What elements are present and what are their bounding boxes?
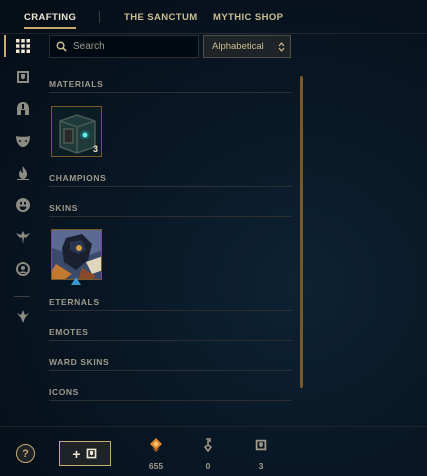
sidebar-item-eternals[interactable] bbox=[12, 162, 34, 184]
orange-essence-icon bbox=[150, 438, 162, 452]
nav-separator bbox=[99, 11, 100, 23]
orange-essence-value: 655 bbox=[148, 461, 164, 471]
sidebar-divider bbox=[14, 296, 30, 297]
sort-selected-value: Alphabetical bbox=[212, 41, 264, 52]
fire-icon bbox=[17, 166, 29, 180]
currency-orange-essence: 655 bbox=[141, 438, 171, 471]
sidebar-item-all[interactable] bbox=[12, 35, 34, 57]
list-scrollbar[interactable] bbox=[300, 76, 303, 388]
grid-icon bbox=[16, 39, 30, 53]
section-title-materials: MATERIALS bbox=[49, 79, 104, 89]
updown-chevron-icon bbox=[278, 41, 285, 52]
chest-icon bbox=[17, 71, 29, 83]
sidebar-item-skins[interactable] bbox=[12, 130, 34, 152]
key-icon bbox=[203, 438, 213, 452]
tab-the-sanctum[interactable]: THE SANCTUM bbox=[124, 12, 198, 23]
chest-icon bbox=[255, 439, 267, 451]
item-count: 3 bbox=[92, 144, 98, 154]
tab-crafting[interactable]: CRAFTING bbox=[24, 12, 76, 23]
mask-icon bbox=[16, 136, 30, 147]
nav-divider bbox=[0, 33, 427, 34]
active-tab-underline bbox=[24, 27, 76, 29]
section-title-ward-skins[interactable]: WARD SKINS bbox=[49, 357, 109, 367]
emote-face-icon bbox=[16, 198, 31, 212]
sort-dropdown[interactable]: Alphabetical bbox=[203, 35, 291, 58]
currency-chests: 3 bbox=[246, 438, 276, 471]
search-field[interactable] bbox=[49, 35, 199, 58]
footer-divider bbox=[0, 426, 427, 427]
chest-count: 3 bbox=[258, 461, 264, 471]
helmet-icon bbox=[17, 102, 29, 115]
tab-mythic-shop[interactable]: MYTHIC SHOP bbox=[213, 12, 283, 23]
search-icon bbox=[56, 41, 67, 52]
currency-keys: 0 bbox=[193, 438, 223, 471]
sidebar-item-icons[interactable] bbox=[12, 258, 34, 280]
section-divider bbox=[49, 370, 292, 371]
loot-tile-hextech-chest[interactable]: 3 bbox=[51, 106, 102, 157]
sidebar-item-disenchant[interactable] bbox=[12, 305, 34, 327]
plus-label: + bbox=[72, 445, 81, 462]
ward-icon bbox=[16, 231, 30, 244]
sidebar-active-indicator bbox=[4, 35, 6, 57]
section-divider bbox=[49, 310, 292, 311]
sidebar-item-chests[interactable] bbox=[12, 66, 34, 88]
loot-tile-skin-shard[interactable] bbox=[51, 229, 102, 280]
sidebar-item-emotes[interactable] bbox=[12, 194, 34, 216]
section-divider bbox=[49, 92, 292, 93]
section-divider bbox=[49, 186, 292, 187]
sidebar-item-ward-skins[interactable] bbox=[12, 226, 34, 248]
section-title-skins[interactable]: SKINS bbox=[49, 203, 78, 213]
skin-shard-image bbox=[52, 230, 101, 279]
section-title-champions[interactable]: CHAMPIONS bbox=[49, 173, 106, 183]
loot-list: MATERIALS 3 CHAMPIONS SKINS ETERNALS EMO… bbox=[49, 62, 294, 407]
rarity-triangle-icon bbox=[71, 277, 81, 285]
top-nav: CRAFTING THE SANCTUM MYTHIC SHOP bbox=[0, 0, 427, 34]
add-chest-button[interactable]: + bbox=[59, 441, 111, 466]
chest-icon bbox=[86, 448, 96, 459]
section-divider bbox=[49, 216, 292, 217]
arrow-down-icon bbox=[17, 310, 29, 323]
section-divider bbox=[49, 340, 292, 341]
section-divider bbox=[49, 400, 292, 401]
help-button[interactable]: ? bbox=[16, 444, 35, 463]
key-count: 0 bbox=[205, 461, 211, 471]
search-input[interactable] bbox=[73, 41, 193, 52]
section-title-icons[interactable]: ICONS bbox=[49, 387, 79, 397]
sidebar-item-champions[interactable] bbox=[12, 98, 34, 120]
section-title-eternals[interactable]: ETERNALS bbox=[49, 297, 100, 307]
profile-icon bbox=[16, 262, 31, 276]
category-sidebar bbox=[0, 34, 44, 374]
section-title-emotes[interactable]: EMOTES bbox=[49, 327, 89, 337]
